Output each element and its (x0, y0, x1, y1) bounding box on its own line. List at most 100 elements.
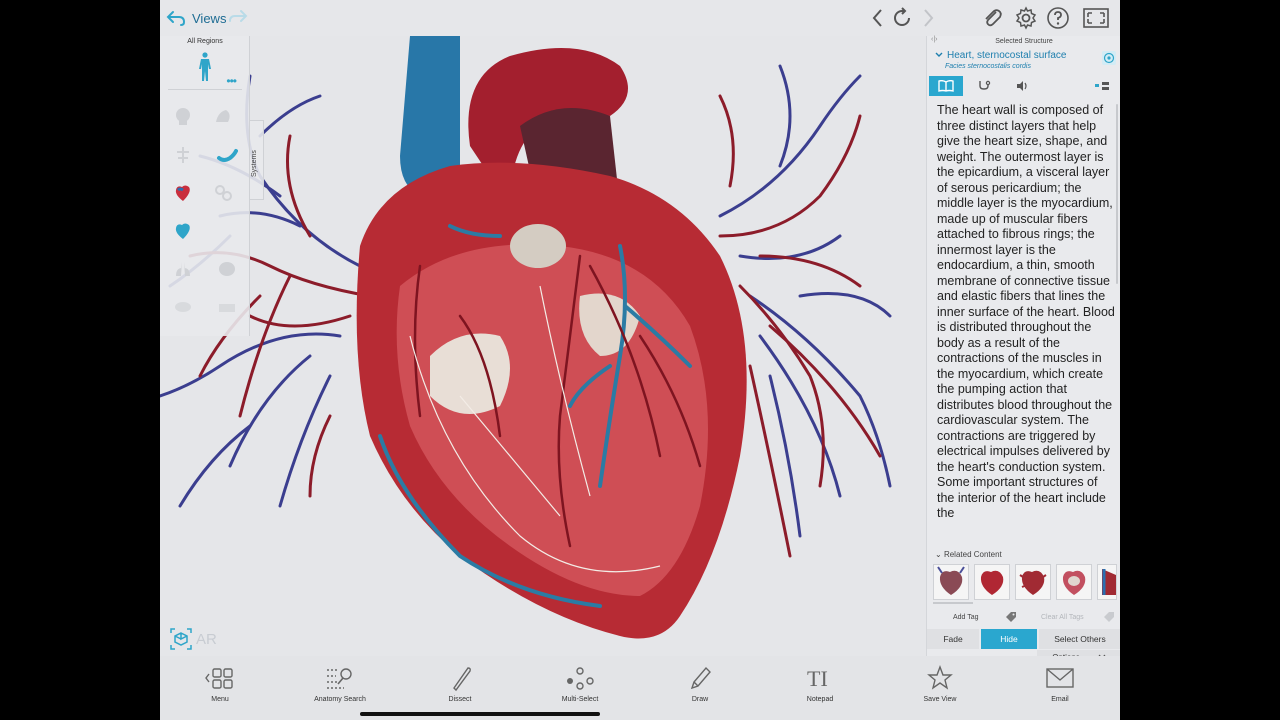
all-regions-label: All Regions (187, 38, 223, 45)
aortic-valve (510, 224, 566, 268)
ventricle-interior (396, 244, 708, 596)
panel-tabs (927, 76, 1120, 96)
systems-grid (168, 102, 242, 322)
ar-label: AR (196, 630, 217, 648)
model-viewport[interactable] (160, 36, 926, 656)
app-screen: Views All Regions ••• Systems AR Selecte… (160, 0, 1120, 720)
tab-definition[interactable] (929, 76, 963, 96)
skeletal-system-icon[interactable] (172, 106, 194, 128)
notepad-button[interactable]: TI Notepad (780, 664, 860, 710)
paperclip-icon[interactable] (980, 6, 1004, 30)
muscular-system-icon[interactable] (212, 106, 234, 128)
panel-layout-icon (1095, 82, 1109, 90)
svg-text:TI: TI (807, 666, 828, 691)
chevron-left-icon[interactable] (866, 6, 890, 30)
description-scrollbar[interactable] (1116, 104, 1118, 284)
regions-panel: All Regions ••• (160, 36, 250, 336)
multi-select-icon (567, 667, 594, 690)
pulmonary-arteries-right (718, 94, 882, 558)
chevron-down-icon: ⌄ (935, 550, 944, 559)
pulmonary-veins-right (718, 64, 892, 538)
dissect-button[interactable]: Dissect (420, 664, 500, 710)
gear-icon[interactable] (1014, 6, 1038, 30)
home-indicator[interactable] (360, 712, 600, 716)
endocrine-system-icon[interactable] (212, 182, 234, 204)
stethoscope-icon (979, 80, 991, 90)
structure-description: The heart wall is composed of three dist… (937, 103, 1115, 520)
add-tag-button[interactable]: Add Tag (953, 614, 979, 621)
visibility-actions: Fade Hide Select Others (927, 629, 1120, 649)
notepad-label: Notepad (806, 696, 834, 703)
tag-icon[interactable] (1005, 611, 1017, 623)
views-button[interactable]: Views (166, 6, 226, 30)
related-thumbnail[interactable] (974, 564, 1010, 600)
tag-row: Add Tag Clear All Tags (927, 608, 1120, 626)
systems-tab[interactable]: Systems (250, 120, 264, 200)
nervous-system-icon[interactable] (172, 144, 194, 166)
cardiovascular-system-icon[interactable] (172, 182, 194, 204)
locate-target-icon[interactable] (1102, 51, 1116, 65)
collapse-panel-icon[interactable]: ‹|› (931, 36, 937, 43)
lymphatic-system-icon[interactable] (172, 220, 194, 242)
draw-label: Draw (691, 696, 709, 703)
multi-select-label: Multi-Select (561, 696, 599, 703)
draw-button[interactable]: Draw (660, 664, 740, 710)
integumentary-system-icon[interactable] (216, 296, 238, 318)
related-content-header[interactable]: ⌄ Related Content (935, 550, 1002, 559)
chevron-down-icon (935, 52, 943, 57)
related-content-label: Related Content (943, 550, 1002, 559)
menu-label: Menu (211, 696, 229, 703)
chevron-right-icon[interactable] (916, 6, 940, 30)
region-selector[interactable]: ••• (168, 48, 242, 90)
related-thumbnail[interactable] (1015, 564, 1051, 600)
fullscreen-icon[interactable] (1082, 6, 1110, 30)
related-content-list (933, 564, 1117, 600)
structure-name: Heart, sternocostal surface (947, 50, 1067, 61)
redo-arrow-icon[interactable] (228, 8, 248, 26)
panel-header: Selected Structure (995, 38, 1053, 45)
anatomy-search-label: Anatomy Search (314, 696, 366, 703)
tab-pronunciation[interactable] (1005, 76, 1039, 96)
reset-rotate-icon[interactable] (890, 6, 914, 30)
fade-button[interactable]: Fade (927, 629, 979, 649)
select-others-button[interactable]: Select Others (1039, 629, 1120, 649)
related-thumbnail[interactable] (1056, 564, 1092, 600)
human-figure-icon (199, 52, 211, 81)
tab-clinical[interactable] (967, 76, 1001, 96)
ar-cube-icon (170, 628, 192, 650)
heart-model[interactable] (160, 36, 926, 656)
book-icon (938, 80, 954, 92)
views-label: Views (192, 10, 227, 26)
structure-title[interactable]: Heart, sternocostal surface (935, 50, 1067, 61)
dissect-label: Dissect (448, 696, 472, 703)
systems-label: Systems (251, 150, 258, 177)
structure-latin-name: Facies sternocostalis cordis (945, 63, 1031, 70)
multi-select-button[interactable]: Multi-Select (540, 664, 620, 710)
respiratory-system-icon[interactable] (172, 258, 194, 280)
email-button[interactable]: Email (1020, 664, 1100, 710)
text-cursor-icon: TI (807, 666, 828, 691)
more-regions-icon[interactable]: ••• (226, 74, 237, 88)
pencil-icon (690, 666, 711, 690)
ar-button[interactable]: AR (170, 628, 217, 650)
reproductive-system-icon[interactable] (172, 296, 194, 318)
clear-tags-icon[interactable] (1103, 611, 1115, 623)
anatomy-search-button[interactable]: Anatomy Search (300, 664, 380, 710)
related-thumbnail[interactable] (1097, 564, 1117, 600)
save-view-label: Save View (923, 696, 957, 703)
tab-layout-toggle[interactable] (1087, 76, 1117, 96)
related-thumbnail[interactable] (933, 564, 969, 600)
clear-all-tags-button[interactable]: Clear All Tags (1041, 614, 1084, 621)
related-scrollbar[interactable] (933, 602, 973, 604)
menu-button[interactable]: Menu (180, 664, 260, 710)
hide-button[interactable]: Hide (981, 629, 1037, 649)
star-icon (927, 665, 953, 690)
envelope-icon (1046, 668, 1074, 688)
urinary-system-icon[interactable] (216, 258, 238, 280)
digestive-system-icon[interactable] (216, 146, 238, 168)
speaker-icon (1017, 81, 1027, 91)
help-icon[interactable] (1046, 6, 1070, 30)
save-view-button[interactable]: Save View (900, 664, 980, 710)
search-list-icon (327, 668, 352, 689)
scalpel-icon (453, 667, 471, 692)
